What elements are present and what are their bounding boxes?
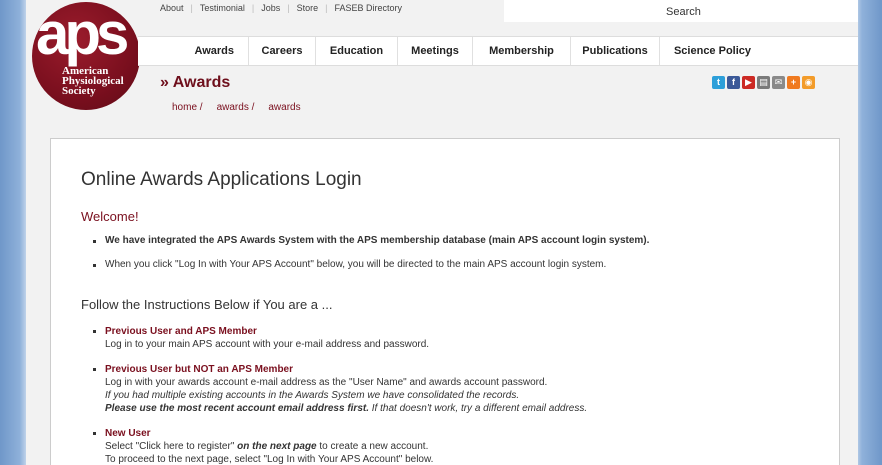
search-button[interactable]: Search (666, 6, 701, 18)
instructions-heading: Follow the Instructions Below if You are… (81, 297, 333, 312)
welcome-list: We have integrated the APS Awards System… (91, 235, 649, 270)
new-user-text-1: Select "Click here to register" on the n… (105, 441, 429, 452)
top-link-jobs[interactable]: Jobs (261, 3, 280, 13)
nav-meetings[interactable]: Meetings (397, 37, 472, 65)
prev-member-text: Log in to your main APS account with you… (105, 339, 430, 350)
page: About | Testimonial | Jobs | Store | FASEB D… (26, 0, 858, 465)
top-link-testimonial[interactable]: Testimonial (200, 3, 245, 13)
top-links: About | Testimonial | Jobs | Store | FASEB D… (160, 3, 402, 13)
prev-nonmember-text-2: If you had multiple existing accounts in… (105, 390, 520, 401)
social-icons: t f ▶ ▤ ✉ + ◉ (712, 76, 815, 89)
share-plus-icon[interactable]: + (787, 76, 800, 89)
prev-nonmember-title: Previous User but NOT an APS Member (105, 364, 294, 375)
prev-nonmember-text-1: Log in with your awards account e-mail a… (105, 377, 548, 388)
facebook-icon[interactable]: f (727, 76, 740, 89)
new-user-title: New User (105, 428, 151, 439)
breadcrumb-home[interactable]: home / (172, 102, 203, 113)
list-item: We have integrated the APS Awards System… (91, 235, 649, 246)
twitter-icon[interactable]: t (712, 76, 725, 89)
nav-education[interactable]: Education (315, 37, 397, 65)
prev-nonmember-text-3: Please use the most recent account email… (105, 403, 588, 414)
nav-membership[interactable]: Membership (472, 37, 570, 65)
email-icon[interactable]: ✉ (772, 76, 785, 89)
list-item: Previous User and APS Member Log in to y… (91, 325, 587, 351)
top-link-about[interactable]: About (160, 3, 184, 13)
logo-text: aps (36, 2, 129, 67)
breadcrumb-current[interactable]: awards (268, 102, 300, 113)
instructions-list: Previous User and APS Member Log in to y… (91, 325, 587, 465)
list-item: New User Select "Click here to register"… (91, 427, 587, 465)
top-link-faseb-directory[interactable]: FASEB Directory (334, 3, 402, 13)
list-item: When you click "Log In with Your APS Acc… (91, 259, 649, 270)
aps-logo[interactable]: aps American Physiological Society (32, 2, 140, 110)
welcome-heading: Welcome! (81, 209, 139, 224)
top-link-store[interactable]: Store (297, 3, 319, 13)
page-title: Online Awards Applications Login (81, 169, 362, 190)
print-icon[interactable]: ▤ (757, 76, 770, 89)
nav-careers[interactable]: Careers (248, 37, 315, 65)
breadcrumb: home / awards / awards (172, 102, 301, 113)
section-title: » Awards (160, 74, 231, 91)
main-nav: Awards Careers Education Meetings Member… (138, 36, 858, 66)
prev-member-title: Previous User and APS Member (105, 326, 257, 337)
youtube-icon[interactable]: ▶ (742, 76, 755, 89)
content-panel: Online Awards Applications Login Welcome… (50, 138, 840, 465)
nav-awards[interactable]: Awards (138, 37, 248, 65)
list-item: Previous User but NOT an APS Member Log … (91, 363, 587, 415)
nav-science-policy[interactable]: Science Policy (659, 37, 765, 65)
breadcrumb-awards[interactable]: awards / (217, 102, 255, 113)
rss-icon[interactable]: ◉ (802, 76, 815, 89)
nav-publications[interactable]: Publications (570, 37, 659, 65)
logo-tagline: American Physiological Society (62, 65, 124, 97)
new-user-text-2: To proceed to the next page, select "Log… (105, 454, 434, 465)
top-bar: About | Testimonial | Jobs | Store | FASEB D… (26, 0, 858, 34)
